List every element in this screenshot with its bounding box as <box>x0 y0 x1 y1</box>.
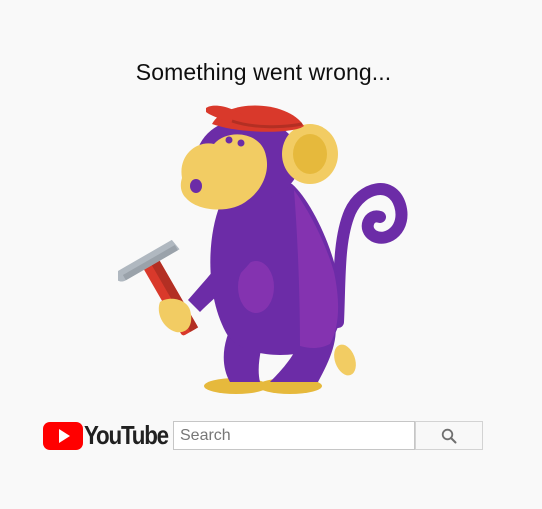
monkey-with-hammer-illustration <box>118 105 408 394</box>
search-form <box>173 421 483 450</box>
search-icon <box>441 428 457 443</box>
play-button-icon <box>43 422 83 450</box>
search-input[interactable] <box>173 421 415 450</box>
youtube-logo[interactable]: YouTube <box>43 420 169 450</box>
tail <box>332 183 408 328</box>
nose <box>190 179 202 193</box>
right-hand <box>334 344 356 376</box>
left-hand <box>158 298 192 333</box>
error-message: Something went wrong... <box>135 59 392 85</box>
youtube-wordmark: YouTube <box>84 420 169 450</box>
eye-left <box>225 136 233 144</box>
eye-right <box>237 139 245 147</box>
search-button[interactable] <box>415 421 483 450</box>
body-highlight <box>294 190 339 348</box>
